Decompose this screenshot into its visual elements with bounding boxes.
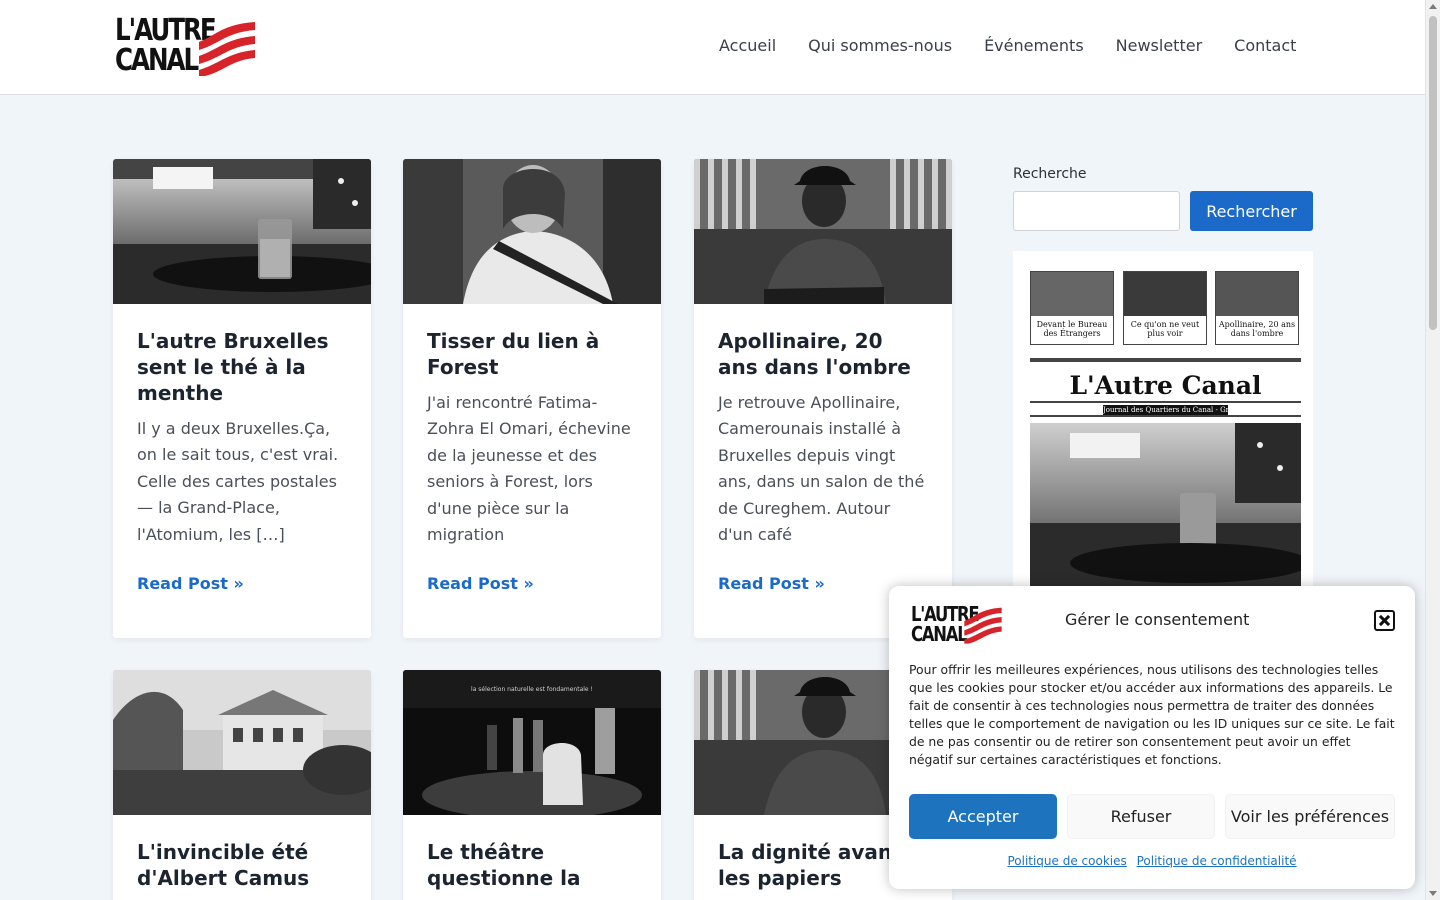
post-excerpt: J'ai rencontré Fatima-Zohra El Omari, éc… xyxy=(427,393,631,545)
scroll-up-icon[interactable] xyxy=(1429,4,1437,9)
consent-dialog: L'AUTRE CANAL Gérer le consentement Pour… xyxy=(889,586,1415,889)
journal-thumb-caption: Apollinaire, 20 ans dans l'ombre xyxy=(1218,320,1296,338)
site-header: L'AUTRE CANAL Accueil Qui sommes-nous Év… xyxy=(0,0,1425,95)
stage-caption: la sélection naturelle est fondamentale … xyxy=(471,686,593,693)
post-thumbnail-house-garden[interactable] xyxy=(113,670,371,815)
consent-links: Politique de cookies Politique de confid… xyxy=(889,854,1415,868)
journal-cover-photo xyxy=(1030,423,1310,591)
post-card: L'invincible été d'Albert Camus xyxy=(113,670,371,900)
nav-qui-sommes-nous[interactable]: Qui sommes-nous xyxy=(808,36,952,56)
read-post-link[interactable]: Read Post » xyxy=(137,574,244,593)
journal-rule xyxy=(1030,415,1301,417)
page-scrollbar[interactable] xyxy=(1425,0,1440,900)
read-post-link[interactable]: Read Post » xyxy=(718,574,825,593)
post-thumbnail-mint-tea[interactable] xyxy=(113,159,371,304)
search-label: Recherche xyxy=(1013,166,1087,182)
post-excerpt: Il y a deux Bruxelles.Ça, on le sait tou… xyxy=(137,419,339,544)
nav-contact[interactable]: Contact xyxy=(1234,36,1296,56)
post-card: la sélection naturelle est fondamentale … xyxy=(403,670,661,900)
scroll-down-icon[interactable] xyxy=(1429,891,1437,896)
journal-cover-image[interactable]: Devant le Bureau des Étrangers Ce qu'on … xyxy=(1013,251,1313,591)
journal-thumb-caption: Devant le Bureau des Étrangers xyxy=(1036,320,1108,338)
journal-rule xyxy=(1030,401,1301,403)
consent-title: Gérer le consentement xyxy=(1065,610,1250,629)
post-title[interactable]: L'autre Bruxelles sent le thé à la menth… xyxy=(137,328,347,406)
scrollbar-thumb[interactable] xyxy=(1429,16,1437,330)
read-post-link[interactable]: Read Post » xyxy=(427,574,534,593)
post-thumbnail-woman-portrait[interactable] xyxy=(403,159,661,304)
post-card: Tisser du lien à Forest J'ai rencontré F… xyxy=(403,159,661,638)
journal-title: L'Autre Canal xyxy=(1069,371,1262,400)
journal-thumb: Devant le Bureau des Étrangers xyxy=(1030,271,1114,345)
nav-evenements[interactable]: Événements xyxy=(984,36,1084,56)
search-button[interactable]: Rechercher xyxy=(1190,191,1313,231)
journal-thumb-caption: Ce qu'on ne veut plus voir xyxy=(1130,320,1200,338)
canal-waves-icon xyxy=(199,22,255,76)
post-card: Apollinaire, 20 ans dans l'ombre Je retr… xyxy=(694,159,952,638)
main-nav: Accueil Qui sommes-nous Événements Newsl… xyxy=(719,36,1296,56)
consent-logo: L'AUTRE CANAL xyxy=(909,602,1002,644)
post-thumbnail-theatre[interactable]: la sélection naturelle est fondamentale … xyxy=(403,670,661,815)
cookie-policy-link[interactable]: Politique de cookies xyxy=(1007,854,1126,868)
nav-accueil[interactable]: Accueil xyxy=(719,36,776,56)
consent-text: Pour offrir les meilleures expériences, … xyxy=(909,662,1395,767)
journal-rule xyxy=(1030,358,1301,362)
journal-thumb: Apollinaire, 20 ans dans l'ombre xyxy=(1215,271,1299,345)
canal-waves-icon xyxy=(964,607,1002,644)
refuse-button[interactable]: Refuser xyxy=(1067,794,1215,839)
close-icon[interactable] xyxy=(1374,610,1395,631)
post-title[interactable]: Tisser du lien à Forest xyxy=(427,328,637,380)
privacy-policy-link[interactable]: Politique de confidentialité xyxy=(1137,854,1297,868)
site-logo[interactable]: L'AUTRE CANAL xyxy=(113,14,258,80)
nav-newsletter[interactable]: Newsletter xyxy=(1116,36,1203,56)
preferences-button[interactable]: Voir les préférences xyxy=(1225,794,1395,839)
post-thumbnail-man-portrait[interactable] xyxy=(694,159,952,304)
post-excerpt: Je retrouve Apollinaire, Camerounais ins… xyxy=(718,393,925,545)
post-title[interactable]: Le théâtre questionne la xyxy=(427,839,637,891)
post-title[interactable]: L'invincible été d'Albert Camus xyxy=(137,839,347,891)
post-title[interactable]: Apollinaire, 20 ans dans l'ombre xyxy=(718,328,928,380)
journal-thumb: Ce qu'on ne veut plus voir xyxy=(1123,271,1207,345)
accept-button[interactable]: Accepter xyxy=(909,794,1057,839)
search-input[interactable] xyxy=(1013,191,1180,231)
post-card: L'autre Bruxelles sent le thé à la menth… xyxy=(113,159,371,638)
